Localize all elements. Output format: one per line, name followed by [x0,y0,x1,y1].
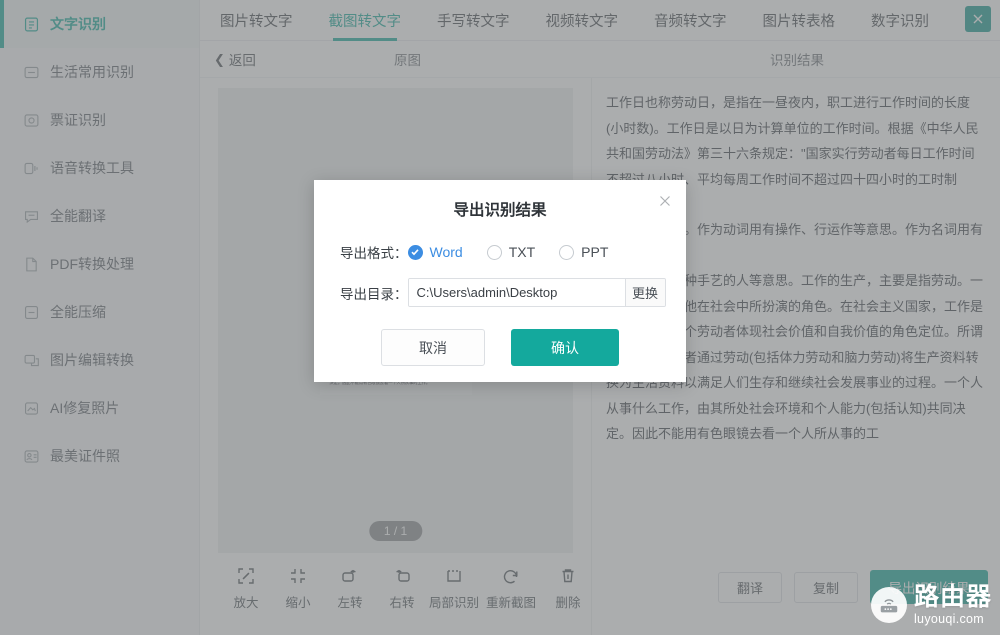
directory-label: 导出目录： [340,286,408,302]
format-option-label: TXT [508,244,536,260]
format-label: 导出格式： [340,246,408,261]
dialog-title: 导出识别结果 [453,202,547,219]
directory-input[interactable] [408,279,625,306]
close-icon [660,196,670,206]
export-dialog: 导出识别结果 导出格式： Word TXT PPT 导出目录： C:\Users… [314,180,686,382]
radio-checked-icon [407,244,423,260]
radio-unchecked-icon [559,244,575,260]
format-option-label: PPT [581,244,609,260]
app-window: 文字识别 生活常用识别 票证识别 语音转换工具 全能翻译 [0,0,1000,635]
format-option-ppt[interactable]: PPT [559,244,608,260]
dialog-buttons: 取消 确认 [314,329,686,366]
cancel-button[interactable]: 取消 [381,329,485,366]
dialog-close-button[interactable] [656,192,674,210]
format-option-label: Word [429,244,463,260]
directory-row: 导出目录： 更换 [340,278,686,307]
radio-unchecked-icon [486,244,502,260]
format-option-word[interactable]: Word [407,244,463,260]
format-option-txt[interactable]: TXT [486,244,536,260]
confirm-button[interactable]: 确认 [511,329,619,366]
change-directory-button[interactable]: 更换 [624,279,665,306]
directory-input-group: 更换 [407,278,666,307]
format-row: 导出格式： Word TXT PPT [340,242,686,262]
